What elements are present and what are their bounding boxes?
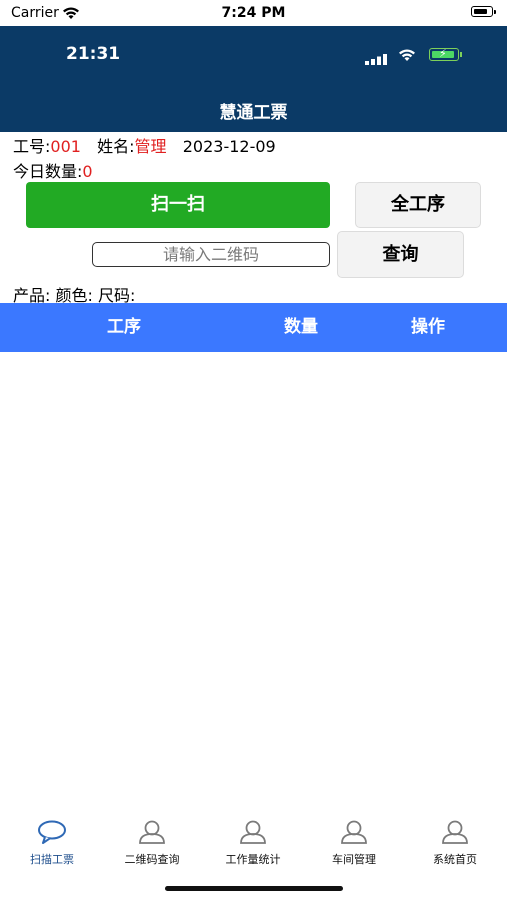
tab-system-home[interactable]: 系统首页 bbox=[405, 820, 505, 867]
tab-label: 系统首页 bbox=[433, 853, 477, 866]
tab-label: 车间管理 bbox=[332, 853, 376, 866]
all-process-button[interactable]: 全工序 bbox=[355, 182, 481, 228]
tab-label: 扫描工票 bbox=[30, 853, 74, 866]
app-header: 21:31 ⚡ 慧通工票 bbox=[0, 26, 507, 132]
tab-scan-ticket[interactable]: 扫描工票 bbox=[2, 820, 102, 867]
today-count-row: 今日数量:0 bbox=[13, 158, 93, 182]
user-icon bbox=[138, 820, 166, 848]
user-icon bbox=[340, 820, 368, 848]
date-value: 2023-12-09 bbox=[182, 137, 276, 156]
tab-workshop-management[interactable]: 车间管理 bbox=[304, 820, 404, 867]
battery-icon bbox=[471, 6, 496, 17]
user-icon bbox=[441, 820, 469, 848]
name-label: 姓名: bbox=[97, 137, 135, 156]
wifi-icon bbox=[398, 47, 416, 66]
device-clock: 7:24 PM bbox=[221, 5, 286, 21]
user-icon bbox=[239, 820, 267, 848]
column-header-quantity: 数量 bbox=[284, 317, 318, 337]
job-number-label: 工号: bbox=[13, 137, 51, 156]
column-header-process: 工序 bbox=[107, 317, 141, 337]
table-header: 工序 数量 操作 bbox=[0, 303, 507, 352]
charging-battery-icon: ⚡ bbox=[429, 47, 462, 61]
scan-button[interactable]: 扫一扫 bbox=[26, 182, 330, 228]
tab-label: 二维码查询 bbox=[124, 853, 180, 866]
job-number-value: 001 bbox=[50, 137, 81, 156]
query-button[interactable]: 查询 bbox=[337, 231, 464, 278]
column-header-action: 操作 bbox=[411, 317, 445, 337]
qr-code-input[interactable] bbox=[92, 242, 330, 267]
name-value: 管理 bbox=[134, 137, 167, 156]
chat-bubble-icon bbox=[37, 820, 67, 848]
tab-qr-query[interactable]: 二维码查询 bbox=[102, 820, 202, 867]
home-indicator[interactable] bbox=[165, 886, 343, 891]
inner-clock: 21:31 bbox=[66, 44, 121, 64]
tab-label: 工作量统计 bbox=[225, 853, 281, 866]
tab-workload-stats[interactable]: 工作量统计 bbox=[203, 820, 303, 867]
signal-icon bbox=[365, 50, 389, 69]
today-count-label: 今日数量: bbox=[13, 162, 83, 181]
today-count-value: 0 bbox=[82, 162, 93, 181]
operator-info-row: 工号:001 姓名:管理 2023-12-09 bbox=[13, 133, 276, 157]
page-title: 慧通工票 bbox=[219, 103, 288, 123]
